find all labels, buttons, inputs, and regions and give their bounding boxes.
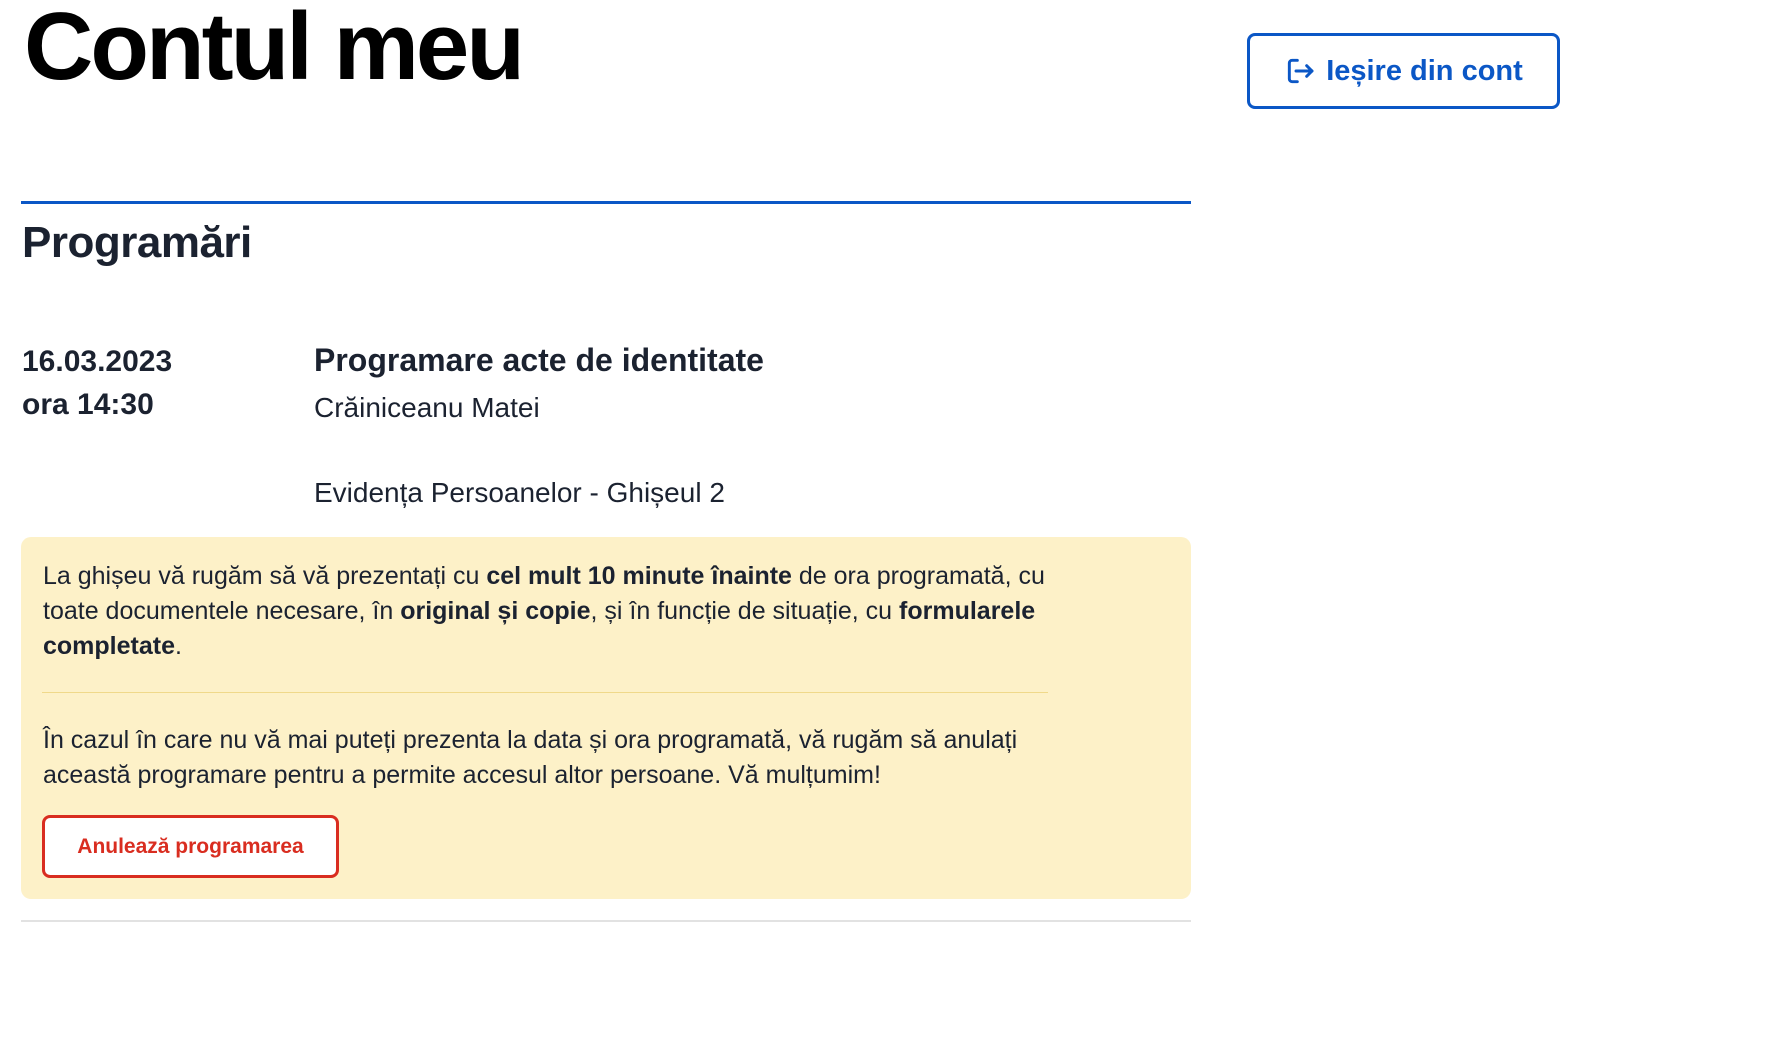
cancel-appointment-button[interactable]: Anulează programarea bbox=[42, 815, 339, 878]
appointment-date: 16.03.2023 bbox=[22, 345, 173, 378]
appointment-notice: La ghișeu vă rugăm să vă prezentați cu c… bbox=[21, 537, 1191, 899]
notice-text-part: . bbox=[174, 632, 182, 660]
appointment-datetime: 16.03.2023 ora 14:30 bbox=[22, 340, 172, 426]
notice-divider bbox=[42, 692, 1048, 693]
section-title: Programări bbox=[22, 218, 252, 267]
notice-text-part: , și în funcție de situație, cu bbox=[590, 597, 900, 625]
notice-emphasis-original: original și copie bbox=[400, 597, 591, 625]
section-divider bbox=[21, 201, 1191, 204]
notice-emphasis-time: cel mult 10 minute înainte bbox=[486, 562, 792, 590]
bottom-divider bbox=[21, 920, 1191, 922]
notice-cancel-info: În cazul în care nu vă mai puteți prezen… bbox=[43, 726, 1018, 789]
appointment-person: Crăiniceanu Matei bbox=[314, 392, 540, 423]
appointment-title: Programare acte de identitate bbox=[314, 342, 764, 378]
notice-instructions: La ghișeu vă rugăm să vă prezentați cu c… bbox=[43, 559, 1053, 664]
appointment-time: ora 14:30 bbox=[22, 388, 154, 421]
appointment-location: Evidența Persoanelor - Ghișeul 2 bbox=[314, 477, 725, 508]
logout-icon bbox=[1284, 55, 1316, 87]
account-page: Contul meu Ieșire din cont Programări 16… bbox=[0, 0, 1774, 1056]
logout-button[interactable]: Ieșire din cont bbox=[1247, 33, 1560, 109]
page-title: Contul meu bbox=[24, 0, 525, 100]
notice-text-part: La ghișeu vă rugăm să vă prezentați cu bbox=[43, 562, 487, 590]
logout-label: Ieșire din cont bbox=[1326, 54, 1523, 87]
